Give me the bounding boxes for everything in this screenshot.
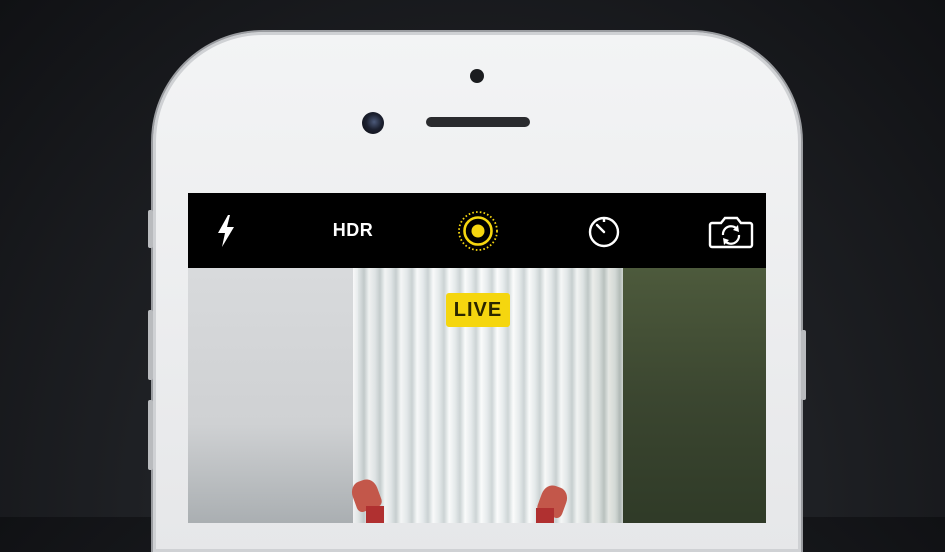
hdr-label: HDR [332, 220, 374, 240]
live-photo-button[interactable] [456, 193, 500, 268]
hdr-button[interactable]: HDR [323, 193, 383, 268]
live-photo-icon [458, 210, 498, 251]
arm-right [536, 508, 554, 523]
arm-left [366, 506, 384, 523]
volume-button-left-2 [148, 310, 153, 380]
live-badge: LIVE [446, 293, 510, 327]
timer-icon [588, 216, 620, 247]
camera-viewfinder[interactable]: LIVE [188, 268, 766, 523]
camera-top-bar: HDR [188, 193, 766, 268]
flash-button[interactable] [208, 193, 244, 268]
volume-button-left-3 [148, 400, 153, 470]
flip-camera-icon [708, 216, 754, 248]
earpiece-speaker [426, 117, 530, 127]
front-camera-lens [362, 112, 384, 134]
timer-button[interactable] [584, 193, 624, 268]
power-button-right [801, 330, 806, 400]
sky-region [188, 268, 358, 523]
flash-icon [218, 214, 234, 247]
volume-button-left-1 [148, 210, 153, 248]
proximity-sensor [470, 69, 484, 83]
camera-screen: HDR LIVE [188, 193, 766, 523]
cliff-region [618, 268, 766, 523]
flip-camera-button[interactable] [706, 193, 756, 268]
